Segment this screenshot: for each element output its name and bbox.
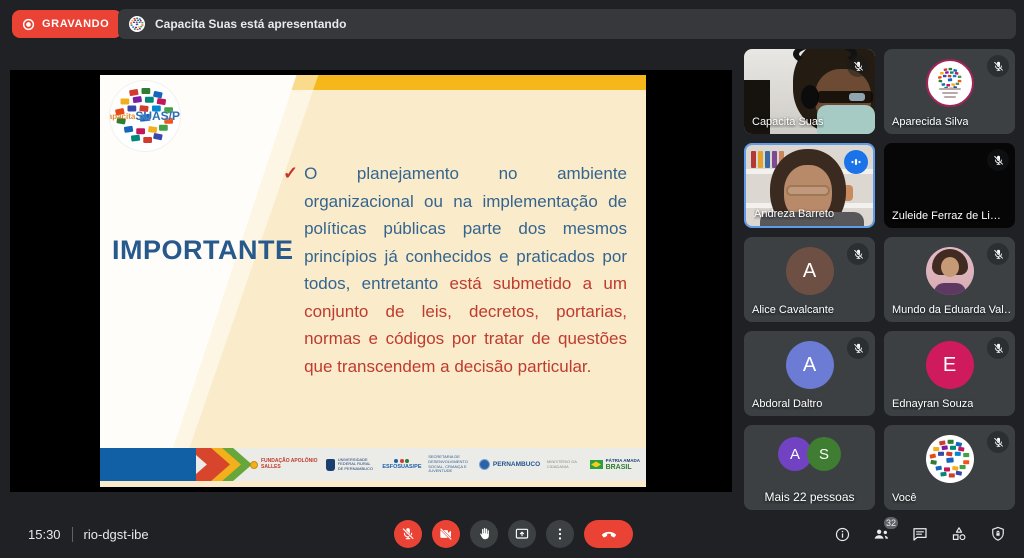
participant-tile-alice-cavalcante[interactable]: A Alice Cavalcante (744, 237, 875, 322)
slide-footer: FUNDAÇÃO APOLÔNIO SALLES UNIVERSIDADE FE… (100, 448, 646, 481)
checkmark-icon: ✓ (283, 160, 298, 380)
host-controls-button[interactable] (988, 524, 1008, 544)
participant-tile-overflow[interactable]: A S Mais 22 pessoas (744, 425, 875, 510)
chat-button[interactable] (910, 524, 930, 544)
overflow-label: Mais 22 pessoas (744, 490, 875, 504)
slide-body: ✓ O planejamento no ambiente organizacio… (283, 160, 627, 380)
logo-patria-brasil: PÁTRIA AMADA BRASIL (590, 458, 640, 470)
footer-logos: FUNDAÇÃO APOLÔNIO SALLES UNIVERSIDADE FE… (250, 448, 640, 481)
top-bar: GRAVANDO Capacita Suas está apresentando (0, 0, 1024, 45)
mic-toggle-button[interactable] (394, 520, 422, 548)
recording-label: GRAVANDO (42, 18, 109, 30)
participant-tile-capacita-suas[interactable]: Capacita Suas (744, 49, 875, 134)
mic-off-icon (987, 243, 1009, 265)
avatar: E (926, 341, 974, 389)
meeting-code: rio-dgst-ibe (84, 527, 149, 542)
more-options-icon (552, 526, 568, 542)
logo-ufrpe: UNIVERSIDADE FEDERAL RURAL DE PERNAMBUCO (326, 458, 376, 472)
avatar: A (786, 247, 834, 295)
participant-name: Abdoral Daltro (752, 398, 822, 410)
participant-name: Aparecida Silva (892, 116, 968, 128)
mic-off-icon (847, 337, 869, 359)
logo-fundacao: FUNDAÇÃO APOLÔNIO SALLES (250, 459, 319, 471)
participant-tile-ednayran-souza[interactable]: E Ednayran Souza (884, 331, 1015, 416)
present-button[interactable] (508, 520, 536, 548)
participant-tile-mundo-da-eduarda[interactable]: Mundo da Eduarda Val… (884, 237, 1015, 322)
participant-name: Você (892, 492, 916, 504)
recording-badge: GRAVANDO (12, 10, 122, 38)
chat-icon (911, 525, 929, 543)
logo-suffix: SUAS/PE (135, 109, 180, 123)
mic-off-icon (987, 149, 1009, 171)
meet-window: GRAVANDO Capacita Suas está apresentando… (0, 0, 1024, 558)
presenter-avatar (129, 16, 145, 32)
presenting-text: Capacita Suas está apresentando (155, 17, 346, 31)
more-options-button[interactable] (546, 520, 574, 548)
record-icon (22, 18, 35, 31)
avatar (926, 435, 974, 483)
mic-off-icon (400, 526, 416, 542)
esfosuas-icon (394, 459, 409, 463)
participant-tile-abdoral-daltro[interactable]: A Abdoral Daltro (744, 331, 875, 416)
footer-blue-bar (100, 448, 196, 481)
participants-sidebar: Capacita Suas Aparecida Silva (744, 49, 1015, 510)
avatar: A (786, 341, 834, 389)
presenting-banner: Capacita Suas está apresentando (118, 9, 1016, 39)
logo-prefix: Capacita (110, 112, 135, 121)
avatar (926, 59, 974, 107)
mic-off-icon (847, 55, 869, 77)
presentation-slide: CapacitaSUAS/PE IMPORTANTE ✓ O planejame… (100, 75, 646, 487)
participant-name: Ednayran Souza (892, 398, 973, 410)
participant-name: Mundo da Eduarda Val… (892, 304, 1010, 316)
participant-tile-zuleide-ferraz[interactable]: Zuleide Ferraz de Li… (884, 143, 1015, 228)
slide-title: IMPORTANTE (112, 235, 284, 266)
participants-button[interactable]: 32 (871, 524, 891, 544)
activities-icon (950, 525, 968, 543)
raise-hand-icon (476, 526, 492, 542)
mic-off-icon (987, 55, 1009, 77)
pernambuco-crest-icon (479, 459, 490, 470)
university-crest-icon (326, 459, 335, 471)
divider (72, 527, 73, 542)
participant-name: Zuleide Ferraz de Li… (892, 210, 1001, 222)
activities-button[interactable] (949, 524, 969, 544)
mic-off-icon (987, 431, 1009, 453)
participant-tile-you[interactable]: Você (884, 425, 1015, 510)
logo-secretaria: Secretaria de Desenvolvimento Social, Cr… (428, 455, 472, 473)
mic-off-icon (847, 243, 869, 265)
host-controls-icon (989, 525, 1007, 543)
overflow-avatars: A S (744, 437, 875, 471)
participant-tile-aparecida-silva[interactable]: Aparecida Silva (884, 49, 1015, 134)
info-icon (834, 526, 851, 543)
end-call-button[interactable] (584, 520, 633, 548)
participant-count-badge: 32 (882, 515, 900, 531)
camera-toggle-button[interactable] (432, 520, 460, 548)
brazil-flag-icon (590, 460, 603, 469)
logo-esfosuas: ESFOSUAS/PE (382, 459, 421, 470)
fundacao-icon (250, 461, 258, 469)
participant-tile-andreza-barreto[interactable]: Andreza Barreto (744, 143, 875, 228)
avatar (926, 247, 974, 295)
capacitasuas-logo: CapacitaSUAS/PE (110, 81, 180, 151)
screen-share-stage: CapacitaSUAS/PE IMPORTANTE ✓ O planejame… (10, 70, 732, 492)
clock-time: 15:30 (28, 527, 61, 542)
audio-indicator-icon (844, 150, 868, 174)
present-icon (514, 526, 530, 542)
mic-off-icon (987, 337, 1009, 359)
logo-pernambuco: PERNAMBUCO (479, 459, 540, 470)
bottom-bar: 15:30 rio-dgst-ibe (0, 510, 1024, 558)
meeting-details-button[interactable] (832, 524, 852, 544)
participant-name: Alice Cavalcante (752, 304, 834, 316)
raise-hand-button[interactable] (470, 520, 498, 548)
logo-ministerio: MINISTÉRIO DA CIDADANIA (547, 460, 583, 469)
participant-name: Capacita Suas (752, 116, 824, 128)
camera-off-icon (438, 526, 454, 542)
end-call-icon (600, 525, 618, 543)
participant-name: Andreza Barreto (754, 208, 834, 220)
